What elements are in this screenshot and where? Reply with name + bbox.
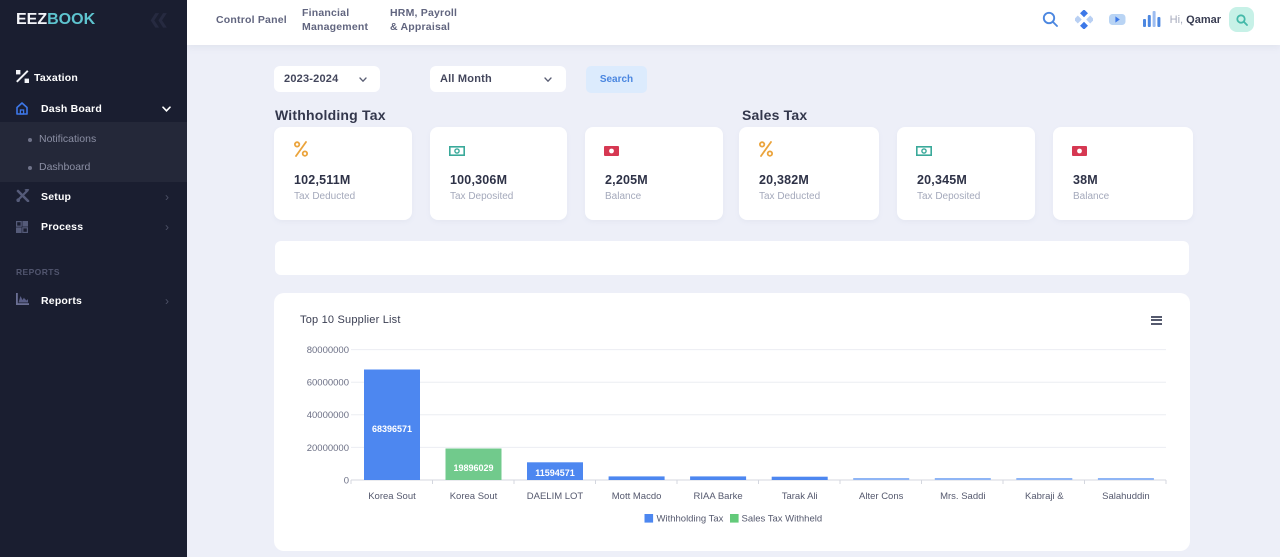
svg-text:80000000: 80000000: [307, 345, 349, 356]
svg-text:60000000: 60000000: [307, 378, 349, 389]
svg-text:Korea Sout: Korea Sout: [450, 491, 498, 502]
svg-text:Mrs. Saddi: Mrs. Saddi: [940, 491, 985, 502]
svg-text:0: 0: [344, 475, 349, 486]
svg-text:Mott Macdo: Mott Macdo: [612, 491, 662, 502]
svg-text:40000000: 40000000: [307, 410, 349, 421]
svg-text:RIAA Barke: RIAA Barke: [694, 491, 743, 502]
svg-text:Alter Cons: Alter Cons: [859, 491, 904, 502]
svg-text:DAELIM LOT: DAELIM LOT: [527, 491, 584, 502]
svg-text:Kabraji &: Kabraji &: [1025, 491, 1064, 502]
svg-text:20000000: 20000000: [307, 443, 349, 454]
svg-text:19896029: 19896029: [453, 463, 493, 473]
svg-text:Sales Tax Withheld: Sales Tax Withheld: [742, 514, 823, 525]
svg-text:68396571: 68396571: [372, 424, 412, 434]
svg-text:Withholding Tax: Withholding Tax: [657, 514, 724, 525]
svg-text:Tarak Ali: Tarak Ali: [782, 491, 818, 502]
svg-text:Salahuddin: Salahuddin: [1102, 491, 1150, 502]
svg-text:11594571: 11594571: [535, 468, 575, 478]
svg-text:Korea Sout: Korea Sout: [368, 491, 416, 502]
